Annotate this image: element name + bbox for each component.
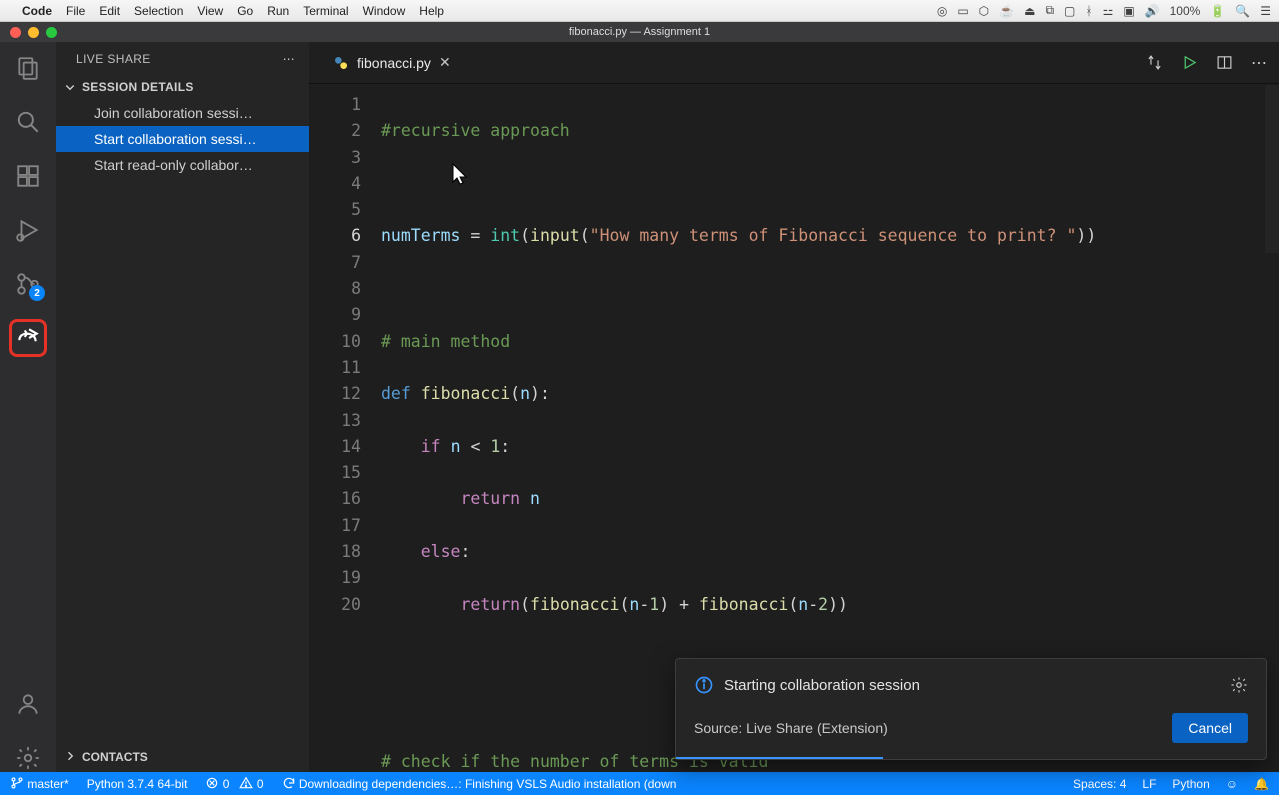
- zoom-window-button[interactable]: [46, 27, 57, 38]
- menu-right: ◎ ▭ ⬡ ☕ ⏏ ⧉ ▢ ᚼ ⚍ ▣ 🔊 100% 🔋 🔍 ☰: [937, 3, 1271, 18]
- sidebar-item-start-session[interactable]: Start collaboration sessi…: [56, 126, 309, 152]
- eol-indicator[interactable]: LF: [1142, 777, 1156, 791]
- editor-area: fibonacci.py ✕ ⋯ 12345678910111213141516…: [309, 42, 1279, 772]
- menu-item[interactable]: View: [197, 4, 223, 18]
- vscode-app: 2 LIVE SHARE ⋯ SESSION DETAILS Join coll…: [0, 42, 1279, 772]
- spotlight-icon[interactable]: 🔍: [1235, 4, 1250, 18]
- menu-item[interactable]: Go: [237, 4, 253, 18]
- tab-close-icon[interactable]: ✕: [439, 54, 451, 71]
- problems-indicator[interactable]: 0 0: [205, 776, 263, 791]
- toast-title: Starting collaboration session: [724, 677, 920, 694]
- line-gutter: 1234567891011121314151617181920: [309, 92, 381, 772]
- python-file-icon: [333, 55, 349, 71]
- scm-badge: 2: [29, 285, 45, 301]
- sidebar-item-start-readonly[interactable]: Start read-only collabor…: [56, 152, 309, 178]
- feedback-icon[interactable]: ☺: [1226, 777, 1238, 791]
- menu-item[interactable]: Selection: [134, 4, 183, 18]
- explorer-icon[interactable]: [14, 54, 42, 82]
- menu-item[interactable]: File: [66, 4, 85, 18]
- sync-icon: [282, 776, 296, 790]
- run-file-icon[interactable]: [1181, 54, 1198, 71]
- status-icon: ▭: [957, 4, 968, 18]
- tab-filename: fibonacci.py: [357, 55, 431, 71]
- sidebar-more-icon[interactable]: ⋯: [283, 52, 295, 66]
- language-mode[interactable]: Python: [1172, 777, 1209, 791]
- contacts-header[interactable]: CONTACTS: [56, 742, 309, 772]
- chevron-right-icon: [64, 750, 76, 762]
- live-share-icon[interactable]: [14, 324, 42, 352]
- split-editor-icon[interactable]: [1216, 54, 1233, 71]
- status-bar: master* Python 3.7.4 64-bit 0 0 Download…: [0, 772, 1279, 795]
- minimap[interactable]: [1265, 85, 1279, 365]
- traffic-lights: [0, 27, 57, 38]
- sidebar-item-join-session[interactable]: Join collaboration sessi…: [56, 100, 309, 126]
- status-icon: ⬡: [979, 4, 989, 18]
- toast-source: Source: Live Share (Extension): [694, 720, 888, 736]
- menu-item[interactable]: Help: [419, 4, 444, 18]
- menu-item[interactable]: Edit: [99, 4, 120, 18]
- wifi-icon: ⚍: [1103, 4, 1114, 18]
- window-titlebar: fibonacci.py — Assignment 1: [0, 22, 1279, 42]
- status-icon: ⏏: [1024, 4, 1035, 18]
- tab-bar: fibonacci.py ✕ ⋯: [309, 42, 1279, 84]
- branch-indicator[interactable]: master*: [10, 776, 69, 791]
- sidebar-title: LIVE SHARE: [76, 52, 151, 66]
- macos-menubar: Code File Edit Selection View Go Run Ter…: [0, 0, 1279, 22]
- settings-gear-icon[interactable]: [14, 744, 42, 772]
- toast-progress-bar: [676, 757, 883, 759]
- contacts-label: CONTACTS: [82, 750, 148, 764]
- window-title: fibonacci.py — Assignment 1: [569, 26, 710, 38]
- tab-fibonacci[interactable]: fibonacci.py ✕: [321, 42, 463, 83]
- compare-changes-icon[interactable]: [1146, 54, 1163, 71]
- toast-settings-icon[interactable]: [1230, 676, 1248, 694]
- menu-item[interactable]: Code: [22, 4, 52, 18]
- chevron-down-icon: [64, 81, 76, 93]
- cancel-button[interactable]: Cancel: [1172, 713, 1248, 743]
- notification-toast: Starting collaboration session Source: L…: [675, 658, 1267, 760]
- close-window-button[interactable]: [10, 27, 21, 38]
- battery-icon: 🔋: [1210, 4, 1225, 18]
- menu-item[interactable]: Window: [363, 4, 406, 18]
- status-icon: ⧉: [1045, 3, 1054, 18]
- status-icon: ▢: [1064, 4, 1075, 18]
- python-env[interactable]: Python 3.7.4 64-bit: [87, 777, 188, 791]
- background-task[interactable]: Downloading dependencies…: Finishing VSL…: [282, 776, 677, 791]
- status-icon: ◎: [937, 4, 947, 18]
- menu-item[interactable]: Terminal: [303, 4, 348, 18]
- menu-left: Code File Edit Selection View Go Run Ter…: [8, 4, 444, 18]
- activity-bar: 2: [0, 42, 56, 772]
- editor-more-icon[interactable]: ⋯: [1251, 53, 1267, 73]
- source-control-icon[interactable]: 2: [14, 270, 42, 298]
- info-icon: [694, 675, 714, 695]
- error-icon: [205, 776, 219, 790]
- sidebar: LIVE SHARE ⋯ SESSION DETAILS Join collab…: [56, 42, 309, 772]
- tv-icon: ▣: [1123, 4, 1134, 18]
- account-icon[interactable]: [14, 690, 42, 718]
- bluetooth-icon: ᚼ: [1085, 4, 1092, 18]
- minimize-window-button[interactable]: [28, 27, 39, 38]
- volume-icon: 🔊: [1145, 4, 1160, 18]
- menu-item[interactable]: Run: [267, 4, 289, 18]
- extensions-icon[interactable]: [14, 162, 42, 190]
- control-center-icon[interactable]: ☰: [1260, 4, 1271, 18]
- git-branch-icon: [10, 776, 24, 790]
- status-icon: ☕: [999, 4, 1014, 18]
- battery-text: 100%: [1170, 4, 1201, 18]
- run-debug-icon[interactable]: [14, 216, 42, 244]
- spaces-indicator[interactable]: Spaces: 4: [1073, 777, 1126, 791]
- search-icon[interactable]: [14, 108, 42, 136]
- warning-icon: [239, 776, 253, 790]
- session-details-header[interactable]: SESSION DETAILS: [56, 74, 309, 100]
- section-title: SESSION DETAILS: [82, 80, 194, 94]
- notifications-icon[interactable]: 🔔: [1254, 777, 1269, 791]
- mouse-cursor-icon: [449, 162, 469, 186]
